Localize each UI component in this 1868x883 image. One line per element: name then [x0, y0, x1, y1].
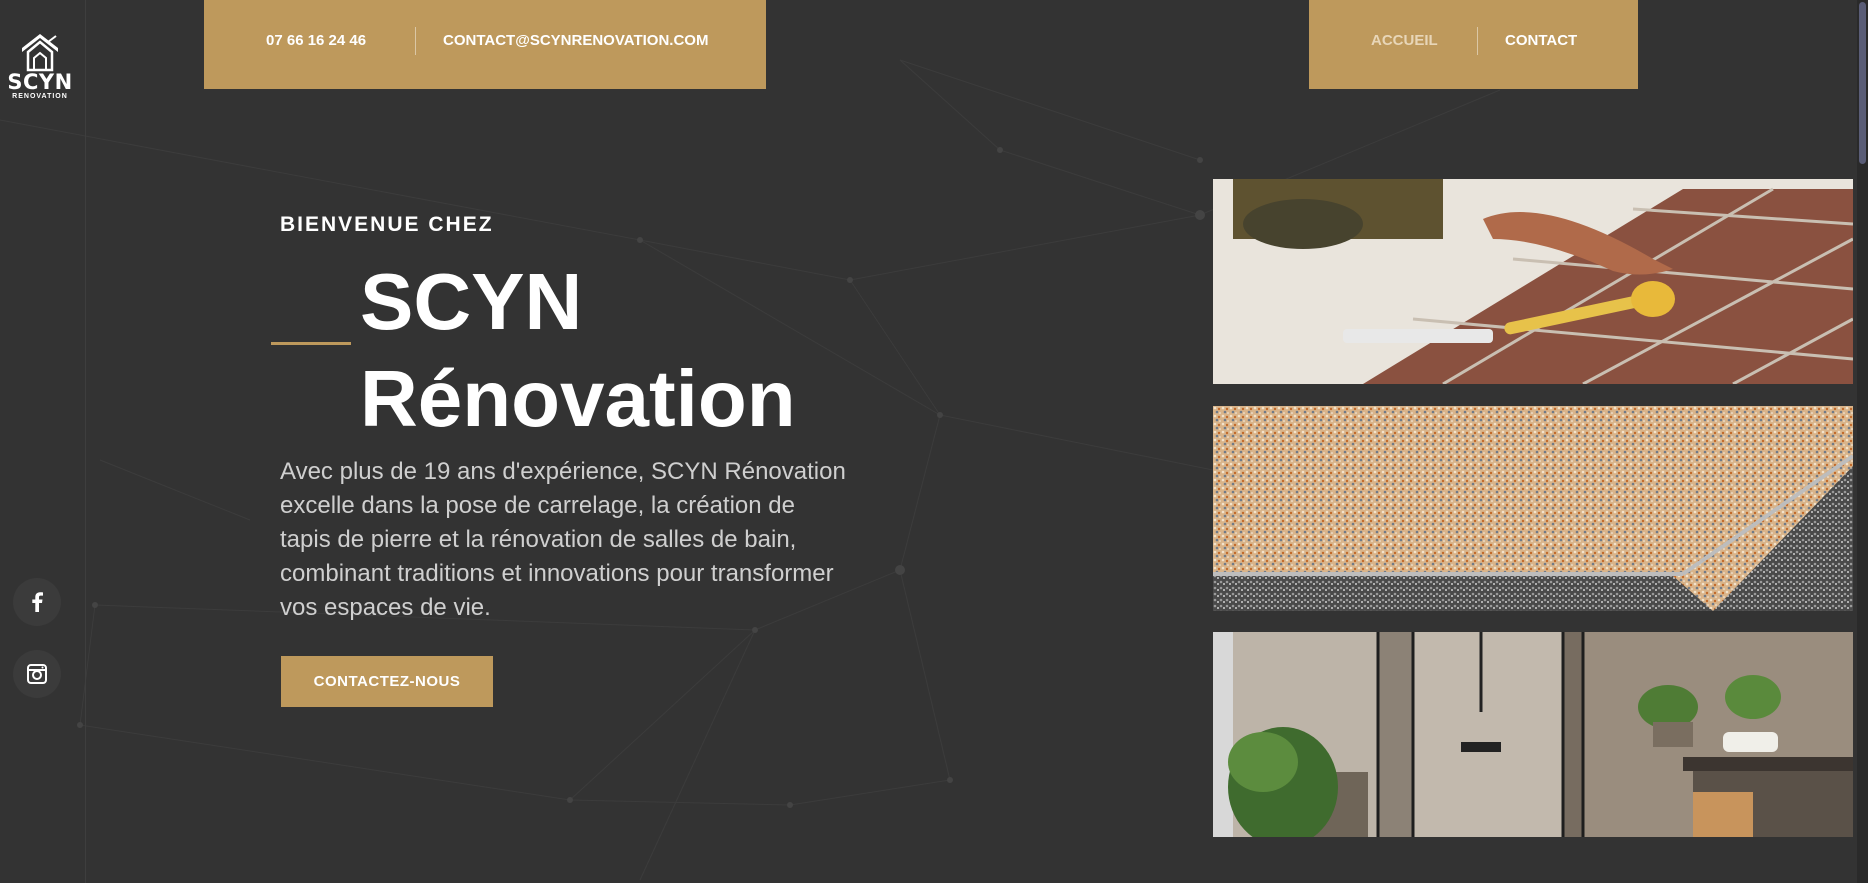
stone-carpet-photo	[1213, 406, 1853, 611]
facebook-button[interactable]	[13, 578, 61, 626]
contact-info-bar: 07 66 16 24 46 CONTACT@SCYNRENOVATION.CO…	[204, 0, 766, 89]
accent-line	[271, 342, 351, 345]
main-nav: ACCUEIL CONTACT	[1309, 0, 1638, 89]
divider	[1477, 27, 1478, 55]
hero-title: SCYN Rénovation	[360, 253, 860, 447]
email-link[interactable]: CONTACT@SCYNRENOVATION.COM	[443, 32, 708, 49]
hero-title-line1: SCYN	[360, 257, 583, 346]
tiling-photo	[1213, 179, 1853, 384]
bathroom-photo	[1213, 632, 1853, 837]
instagram-icon	[27, 664, 47, 684]
logo-subtitle: RENOVATION	[12, 93, 68, 100]
logo-name: SCYN	[7, 70, 73, 94]
divider	[415, 27, 416, 55]
hero-title-line2: Rénovation	[360, 354, 796, 443]
instagram-button[interactable]	[13, 650, 61, 698]
left-sidebar: SCYN RENOVATION	[0, 0, 86, 883]
contact-us-button[interactable]: CONTACTEZ-NOUS	[281, 656, 493, 707]
hero-eyebrow: BIENVENUE CHEZ	[280, 213, 494, 236]
phone-link[interactable]: 07 66 16 24 46	[266, 32, 366, 49]
house-logo-icon	[22, 34, 58, 72]
hero-description: Avec plus de 19 ans d'expérience, SCYN R…	[280, 458, 846, 621]
scrollbar-thumb[interactable]	[1859, 2, 1866, 164]
page-scrollbar[interactable]	[1857, 0, 1868, 883]
site-logo[interactable]: SCYN RENOVATION	[4, 32, 76, 100]
facebook-icon	[32, 592, 43, 612]
nav-item-contact[interactable]: CONTACT	[1505, 32, 1577, 49]
nav-item-accueil[interactable]: ACCUEIL	[1371, 32, 1438, 49]
